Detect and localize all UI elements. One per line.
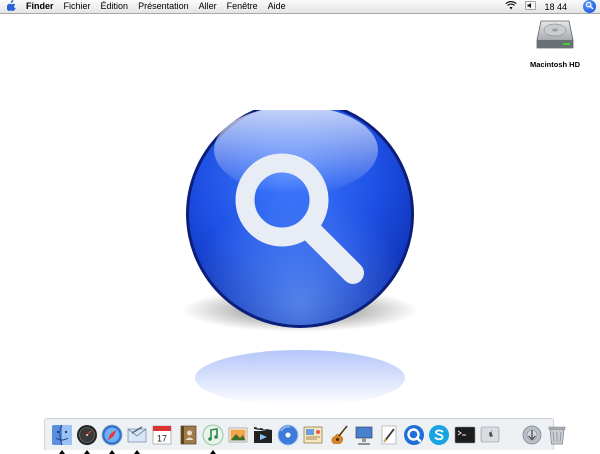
dock-downloads-stack[interactable] [521, 424, 543, 446]
menu-finder[interactable]: Finder [22, 0, 59, 13]
desktop-drive[interactable]: Macintosh HD [524, 18, 586, 69]
running-indicator [83, 449, 90, 454]
dock-imovie[interactable] [252, 424, 274, 446]
dock-pages[interactable] [378, 424, 400, 446]
dock-dashboard[interactable] [76, 424, 98, 454]
itunes-icon [202, 424, 224, 445]
menu-edition[interactable]: Édition [96, 0, 134, 13]
menu-fenetre[interactable]: Fenêtre [222, 0, 263, 13]
spotlight-magnifier-icon [170, 100, 430, 410]
drive-label: Macintosh HD [529, 60, 580, 69]
dock-safari[interactable] [101, 424, 123, 454]
calendar-icon: 17 [152, 425, 172, 444]
menu-clock[interactable]: 18 44 [544, 2, 567, 12]
menu-aller[interactable]: Aller [194, 0, 222, 13]
volume-icon[interactable] [525, 1, 537, 12]
dock-iweb[interactable] [302, 424, 324, 446]
spotlight-button[interactable] [583, 0, 596, 13]
running-indicator [58, 449, 65, 454]
dock-system[interactable] [479, 424, 501, 446]
dock-mail[interactable] [126, 424, 148, 454]
menu-aide[interactable]: Aide [263, 0, 291, 13]
dock-idvd[interactable] [277, 424, 299, 446]
spotlight-icon [585, 1, 594, 12]
dock-itunes[interactable] [202, 424, 224, 454]
calendar-day: 17 [157, 433, 167, 443]
dock-quicktime[interactable] [403, 424, 425, 446]
pages-icon [381, 425, 397, 444]
address-book-icon [180, 425, 196, 444]
quicktime-icon [404, 424, 425, 445]
menu-presentation[interactable]: Présentation [133, 0, 194, 13]
wifi-icon[interactable] [505, 1, 518, 12]
downloads-stack-icon [522, 425, 542, 444]
mail-icon [127, 425, 147, 442]
imovie-icon [254, 426, 273, 443]
finder-icon [51, 424, 72, 445]
idvd-icon [277, 424, 299, 445]
dock-ical[interactable]: 17 [151, 424, 173, 446]
iphoto-icon [228, 427, 248, 442]
dock-garageband[interactable] [328, 424, 350, 446]
menu-bar: Finder Fichier Édition Présentation Alle… [0, 0, 600, 14]
apple-menu[interactable] [0, 0, 22, 13]
apple-icon [6, 0, 16, 13]
running-indicator [108, 449, 115, 454]
running-indicator [209, 449, 216, 454]
iweb-icon [304, 426, 323, 443]
dock-trash[interactable] [546, 424, 568, 446]
dock-skype[interactable] [428, 424, 450, 446]
system-icon [480, 426, 500, 442]
dock-finder[interactable] [51, 424, 73, 454]
menu-extras: 18 44 [497, 0, 600, 13]
dock-keynote[interactable] [353, 424, 375, 446]
menu-fichier[interactable]: Fichier [59, 0, 96, 13]
dock-terminal[interactable] [454, 424, 476, 446]
dock-address-book[interactable] [177, 424, 199, 446]
dock-iphoto[interactable] [227, 424, 249, 446]
trash-icon [548, 426, 566, 444]
hard-drive-icon [535, 18, 575, 57]
keynote-icon [355, 426, 373, 445]
terminal-icon [454, 426, 475, 443]
skype-icon [429, 424, 450, 445]
dock: 17 [44, 418, 566, 454]
safari-icon [101, 424, 123, 445]
dashboard-icon [76, 424, 97, 445]
garageband-icon [331, 425, 348, 444]
running-indicator [134, 449, 141, 454]
